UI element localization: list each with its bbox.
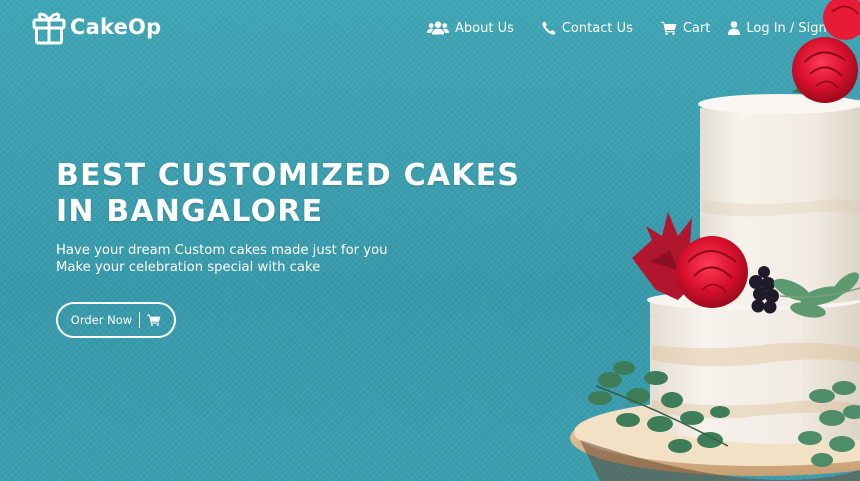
hero-title: BEST CUSTOMIZED CAKES IN BANGALORE [56, 158, 526, 230]
phone-icon [542, 21, 556, 35]
cart-icon [147, 314, 161, 326]
nav-about-label: About Us [455, 20, 514, 36]
order-now-button[interactable]: Order Now [56, 302, 176, 338]
order-now-label: Order Now [70, 313, 133, 327]
hero-title-line-1: BEST CUSTOMIZED CAKES [56, 158, 521, 193]
cake-image [570, 0, 860, 481]
top-rose [792, 0, 860, 103]
button-divider [139, 312, 141, 328]
hero-subtitle-line-2: Make your celebration special with cake [56, 260, 321, 275]
brand-logo[interactable]: CakeOp [32, 9, 161, 45]
nav-about-us[interactable]: About Us [427, 21, 514, 36]
gift-icon [32, 12, 66, 45]
hero-section: BEST CUSTOMIZED CAKES IN BANGALORE Have … [56, 158, 526, 276]
hero-subtitle: Have your dream Custom cakes made just f… [56, 242, 526, 276]
brand-name: CakeOp [70, 15, 162, 39]
users-icon [427, 21, 449, 35]
hero-subtitle-line-1: Have your dream Custom cakes made just f… [56, 243, 388, 258]
hero-title-line-2: IN BANGALORE [56, 194, 324, 229]
